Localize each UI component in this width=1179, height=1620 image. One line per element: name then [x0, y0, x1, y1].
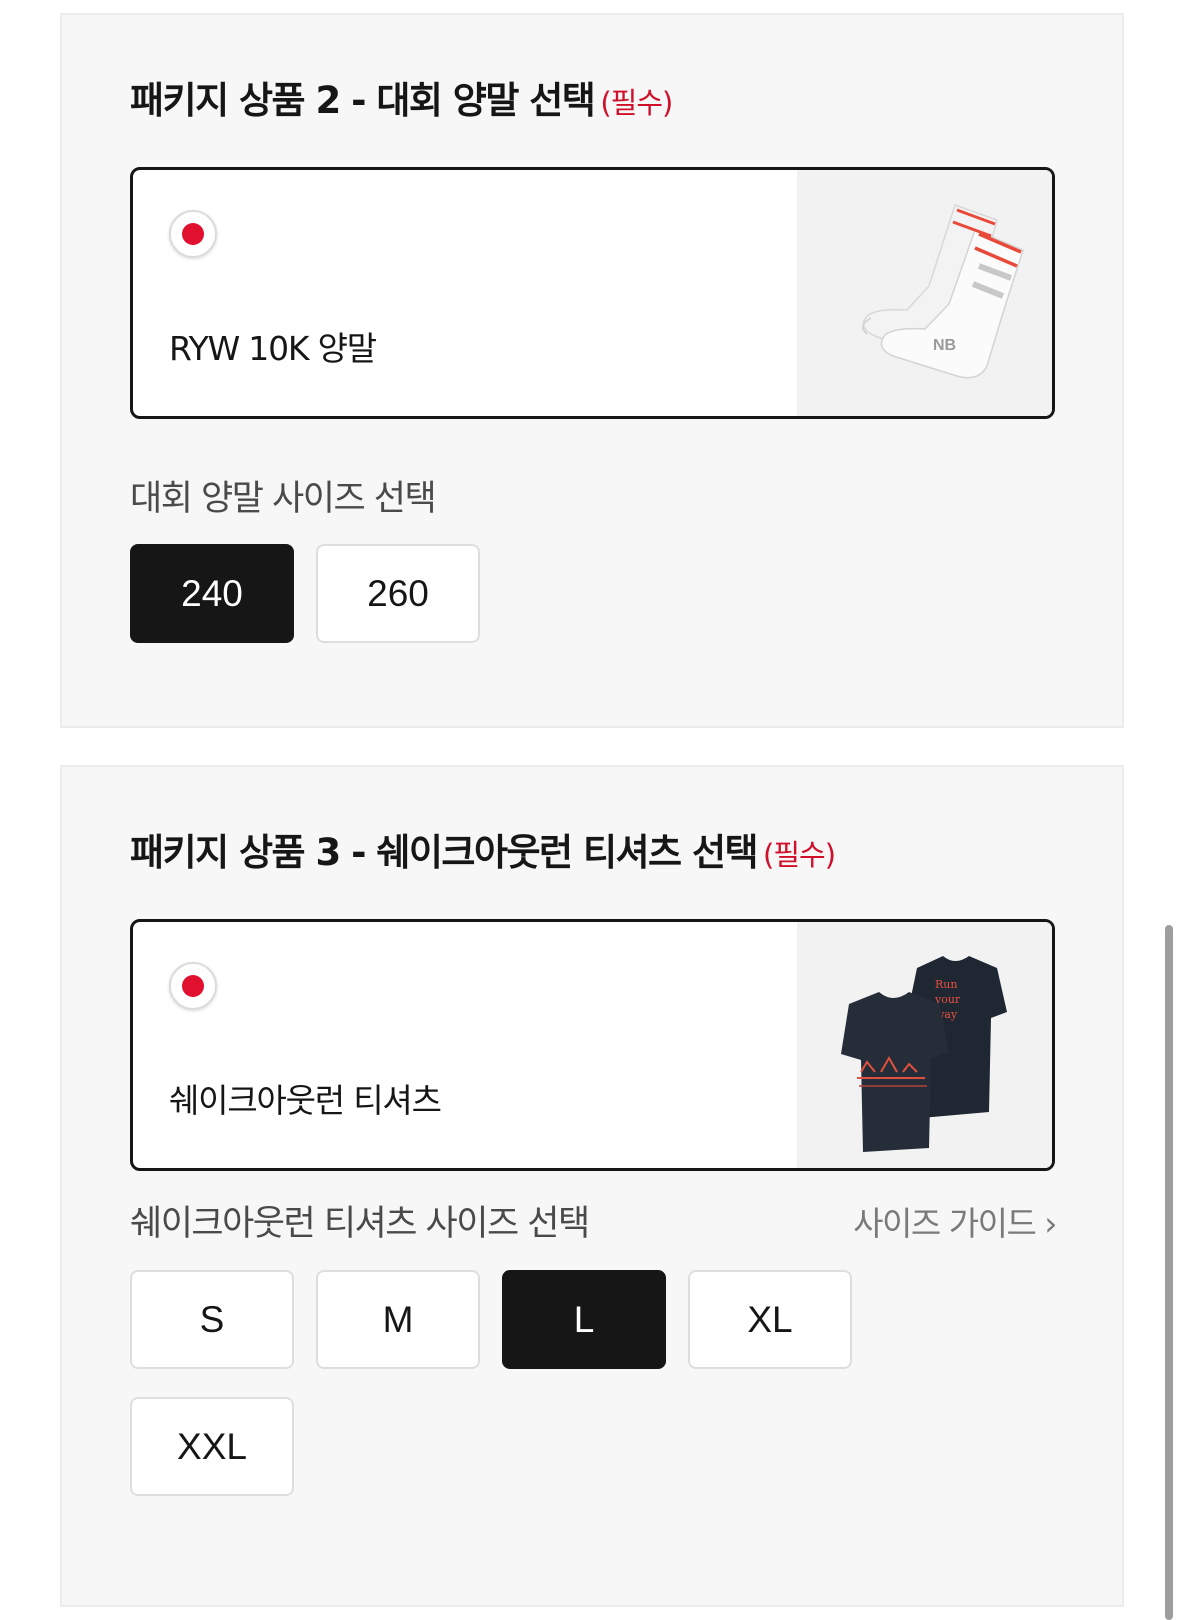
package-3-section: 패키지 상품 3 - 쉐이크아웃런 티셔츠 선택 (필수) 쉐이크아웃런 티셔츠 … [60, 765, 1124, 1607]
svg-text:NB: NB [933, 337, 956, 354]
package-2-section: 패키지 상품 2 - 대회 양말 선택 (필수) RYW 10K 양말 NB 대… [60, 13, 1124, 728]
size-guide-link[interactable]: 사이즈 가이드 › [853, 1197, 1057, 1245]
size-option-260[interactable]: 260 [316, 544, 480, 643]
tshirt-product-image: Run your way [797, 922, 1052, 1168]
tshirt-product-name: 쉐이크아웃런 티셔츠 [169, 1081, 442, 1120]
package-3-title-text: 패키지 상품 3 - 쉐이크아웃런 티셔츠 선택 [130, 831, 759, 874]
tshirt-size-label: 쉐이크아웃런 티셔츠 사이즈 선택 [130, 1204, 590, 1244]
required-badge: (필수) [763, 838, 836, 872]
size-option-m[interactable]: M [316, 1270, 480, 1369]
socks-product-name: RYW 10K 양말 [169, 329, 377, 368]
package-2-title: 패키지 상품 2 - 대회 양말 선택 (필수) [130, 70, 673, 124]
socks-radio-button[interactable] [169, 210, 217, 258]
package-2-title-text: 패키지 상품 2 - 대회 양말 선택 [130, 79, 596, 122]
size-option-240[interactable]: 240 [130, 544, 294, 643]
tshirt-product-option[interactable]: 쉐이크아웃런 티셔츠 Run your way [130, 919, 1055, 1171]
required-badge: (필수) [600, 86, 673, 120]
socks-product-option[interactable]: RYW 10K 양말 NB [130, 167, 1055, 419]
svg-text:Run: Run [935, 978, 957, 991]
tshirt-radio-button[interactable] [169, 962, 217, 1010]
socks-illustration: NB [797, 170, 1052, 416]
size-option-xxl[interactable]: XXL [130, 1397, 294, 1496]
radio-selected-dot [182, 975, 204, 997]
socks-product-image: NB [797, 170, 1052, 416]
tshirt-illustration: Run your way [797, 922, 1052, 1168]
vertical-scrollbar[interactable] [1165, 925, 1173, 1620]
size-option-xl[interactable]: XL [688, 1270, 852, 1369]
socks-size-label: 대회 양말 사이즈 선택 [130, 479, 437, 519]
radio-selected-dot [182, 223, 204, 245]
size-option-l[interactable]: L [502, 1270, 666, 1369]
size-option-s[interactable]: S [130, 1270, 294, 1369]
package-3-title: 패키지 상품 3 - 쉐이크아웃런 티셔츠 선택 (필수) [130, 822, 836, 876]
